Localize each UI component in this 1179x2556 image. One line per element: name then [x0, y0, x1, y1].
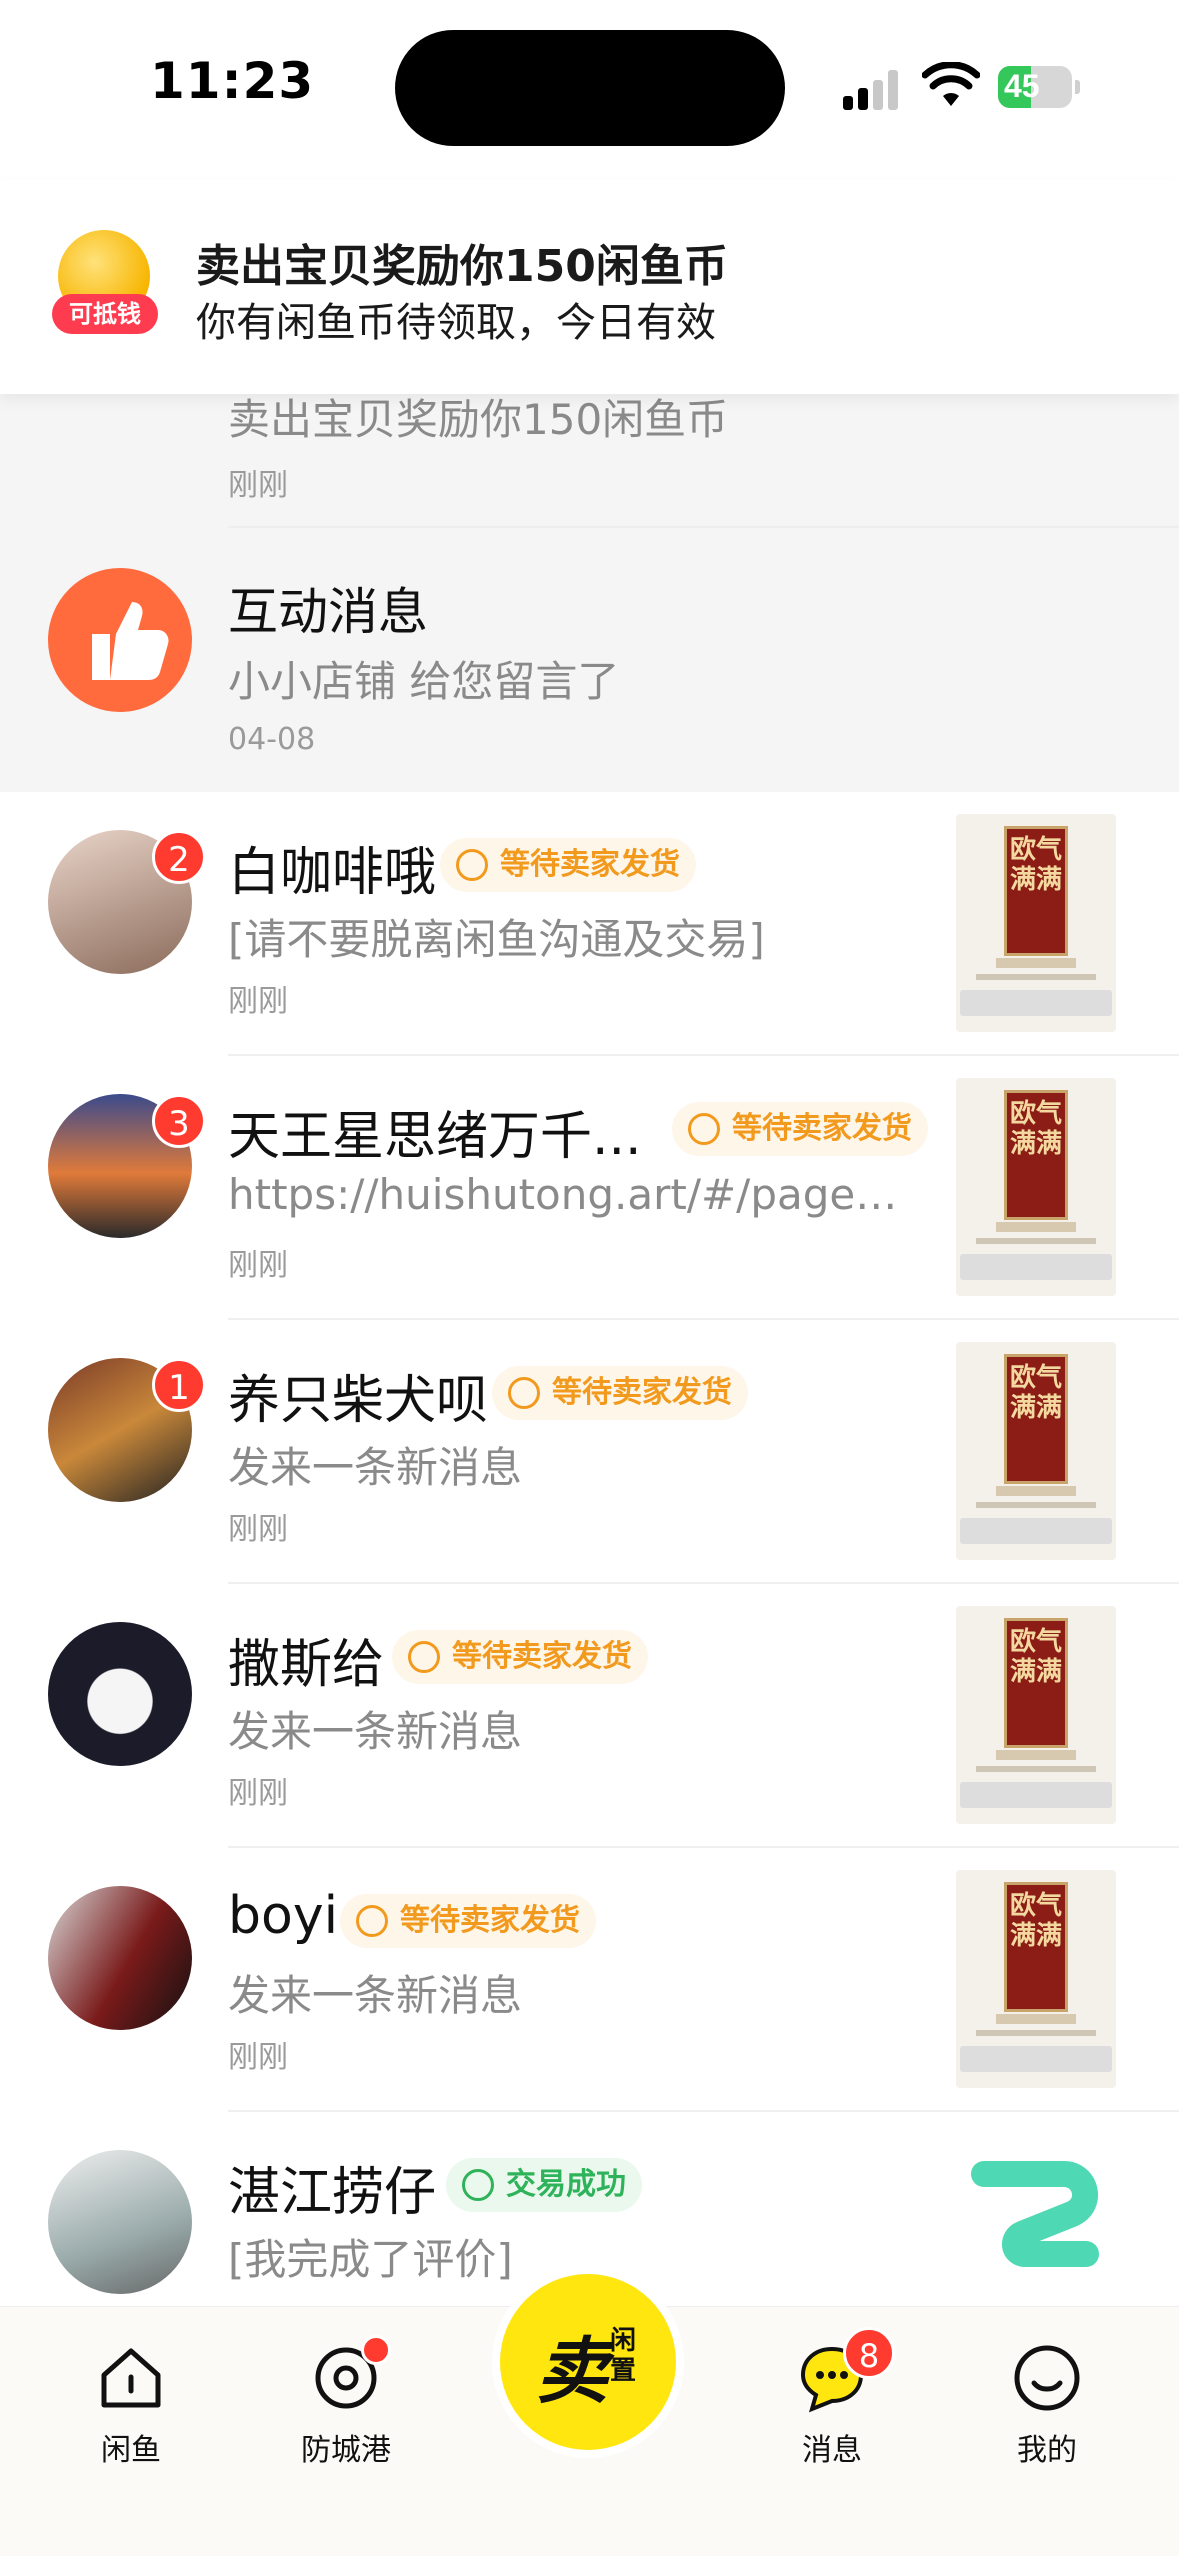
- chat-time: 刚刚: [228, 1512, 288, 1547]
- thumbs-up-icon: [48, 568, 192, 712]
- item-thumbnail[interactable]: 欧气满满: [956, 814, 1116, 1032]
- check-circle-icon: [462, 2169, 494, 2201]
- chat-name: 湛江捞仔: [228, 2163, 437, 2223]
- chat-row[interactable]: 2 白咖啡哦 等待卖家发货 [请不要脱离闲鱼沟通及交易] 刚刚 欧气满满: [0, 792, 1179, 1056]
- scroll-artwork-text: 欧气满满: [1009, 1363, 1062, 1423]
- unread-badge: 2: [152, 830, 206, 884]
- home-icon: [101, 2348, 161, 2408]
- cellular-signal-icon: [843, 68, 903, 110]
- scroll-artwork-text: 欧气满满: [1009, 835, 1062, 895]
- chat-name: 白咖啡哦: [228, 843, 437, 903]
- order-status-label: 等待卖家发货: [500, 847, 680, 882]
- chat-name: 撒斯给: [228, 1635, 385, 1695]
- chat-time: 刚刚: [228, 1248, 288, 1283]
- tab-label: 我的: [1017, 2433, 1077, 2468]
- chat-time: 刚刚: [228, 1776, 288, 1811]
- system-row-title: 互动消息: [228, 583, 428, 641]
- order-status-tag: 等待卖家发货: [340, 1894, 596, 1948]
- scroll-artwork-text: 欧气满满: [1009, 1891, 1062, 1951]
- order-status-tag: 等待卖家发货: [672, 1102, 928, 1156]
- more-circle-icon: [688, 1113, 720, 1145]
- chat-time: 刚刚: [228, 2040, 288, 2075]
- status-bar: 11:23 45: [0, 0, 1179, 180]
- system-row-time: 04-08: [228, 722, 316, 757]
- chat-name: boyi: [228, 1886, 339, 1946]
- chat-row[interactable]: 撒斯给 等待卖家发货发来一条新消息刚刚 欧气满满: [0, 1584, 1179, 1848]
- order-status-tag: 交易成功: [446, 2158, 642, 2212]
- tab-label: 消息: [802, 2433, 862, 2468]
- avatar[interactable]: [48, 1622, 192, 1766]
- dynamic-island: [395, 30, 785, 146]
- notification-banner[interactable]: 可抵钱 卖出宝贝奖励你150闲鱼币 你有闲鱼币待领取，今日有效: [0, 180, 1179, 394]
- chat-row[interactable]: 1 养只柴犬呗 等待卖家发货 发来一条新消息刚刚 欧气满满: [0, 1320, 1179, 1584]
- tab-profile[interactable]: 我的: [977, 2341, 1117, 2469]
- more-circle-icon: [456, 849, 488, 881]
- more-circle-icon: [356, 1905, 388, 1937]
- tab-messages[interactable]: 8 消息: [762, 2327, 902, 2469]
- coin-icon: 可抵钱: [52, 230, 158, 336]
- tab-home[interactable]: 闲鱼: [61, 2341, 201, 2469]
- messages-count-badge: 8: [843, 2327, 895, 2379]
- chat-last-message: 发来一条新消息: [228, 1971, 523, 2020]
- scroll-artwork: 欧气满满: [1004, 826, 1068, 956]
- chat-name: 养只柴犬呗: [228, 1371, 489, 1431]
- order-status-label: 等待卖家发货: [552, 1375, 732, 1410]
- more-circle-icon: [508, 1377, 540, 1409]
- more-circle-icon: [408, 1641, 440, 1673]
- item-thumbnail[interactable]: 欧气满满: [956, 1078, 1116, 1296]
- battery-icon: 45: [998, 66, 1080, 108]
- chat-time: 刚刚: [228, 984, 288, 1019]
- chat-last-message: 发来一条新消息: [228, 1443, 523, 1492]
- scroll-artwork: 欧气满满: [1004, 1090, 1068, 1220]
- scroll-artwork-text: 欧气满满: [1009, 1099, 1062, 1159]
- avatar[interactable]: [48, 2150, 192, 2294]
- profile-icon: [1014, 2345, 1080, 2411]
- chat-name: 天王星思绪万千...: [228, 1107, 642, 1167]
- chat-last-message: 发来一条新消息: [228, 1707, 523, 1756]
- coin-pill-label: 可抵钱: [52, 294, 158, 334]
- avatar[interactable]: [48, 1886, 192, 2030]
- tab-label: 闲鱼: [101, 2433, 161, 2468]
- item-thumbnail[interactable]: 欧气满满: [956, 1870, 1116, 2088]
- tab-location[interactable]: 防城港: [276, 2335, 416, 2469]
- order-status-label: 交易成功: [506, 2167, 626, 2202]
- system-row-text: 卖出宝贝奖励你150闲鱼币: [228, 395, 729, 444]
- unread-badge: 3: [152, 1094, 206, 1148]
- scroll-artwork: 欧气满满: [1004, 1618, 1068, 1748]
- system-row-text: 小小店铺 给您留言了: [228, 657, 620, 706]
- tab-label: 防城港: [301, 2433, 391, 2468]
- battery-percent: 45: [1004, 68, 1040, 104]
- banner-subtitle: 你有闲鱼币待领取，今日有效: [196, 300, 716, 346]
- order-status-tag: 等待卖家发货: [392, 1630, 648, 1684]
- order-status-tag: 等待卖家发货: [440, 838, 696, 892]
- banner-title: 卖出宝贝奖励你150闲鱼币: [196, 241, 728, 292]
- chat-row[interactable]: boyi 等待卖家发货发来一条新消息刚刚 欧气满满: [0, 1848, 1179, 2112]
- chat-last-message: [请不要脱离闲鱼沟通及交易]: [228, 915, 765, 964]
- order-status-label: 等待卖家发货: [732, 1111, 912, 1146]
- status-time: 11:23: [150, 52, 315, 110]
- scroll-artwork: 欧气满满: [1004, 1882, 1068, 2012]
- item-thumbnail[interactable]: 欧气满满: [956, 1342, 1116, 1560]
- chat-row[interactable]: 3 天王星思绪万千... 等待卖家发货 https://huishutong.art/…: [0, 1056, 1179, 1320]
- order-status-tag: 等待卖家发货: [492, 1366, 748, 1420]
- sell-button[interactable]: 卖 闲置: [500, 2274, 676, 2450]
- scroll-artwork: 欧气满满: [1004, 1354, 1068, 1484]
- sell-button-main: 卖: [536, 2329, 609, 2413]
- unread-badge: 1: [152, 1358, 206, 1412]
- chat-last-message: https://huishutong.art/#/pages/...: [228, 1170, 908, 1219]
- scroll-artwork-text: 欧气满满: [1009, 1627, 1062, 1687]
- location-dot-badge: [361, 2335, 391, 2365]
- system-row-time: 刚刚: [228, 468, 288, 503]
- item-thumbnail[interactable]: 欧气满满: [956, 1606, 1116, 1824]
- order-status-label: 等待卖家发货: [452, 1639, 632, 1674]
- sell-button-side: 闲置: [610, 2326, 637, 2386]
- order-status-label: 等待卖家发货: [400, 1903, 580, 1938]
- system-row-interactions[interactable]: 互动消息 小小店铺 给您留言了 04-08: [0, 528, 1179, 792]
- wifi-icon: [922, 62, 980, 106]
